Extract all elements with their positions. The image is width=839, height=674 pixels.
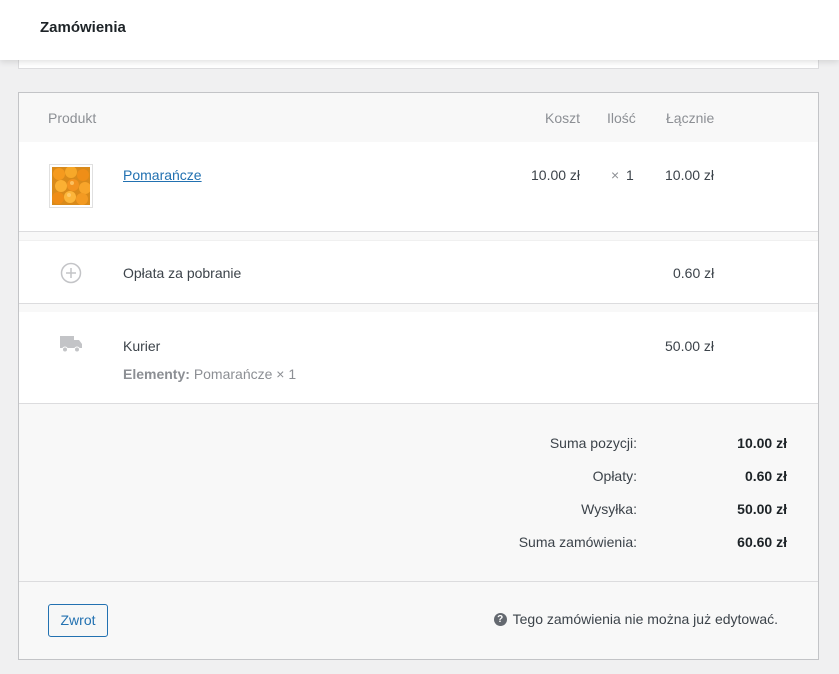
help-icon[interactable]: ? xyxy=(493,612,507,626)
shipping-items-meta: Elementy: Pomarańcze × 1 xyxy=(123,366,296,382)
notice-text: Tego zamówienia nie można już edytować. xyxy=(512,611,778,627)
truck-icon xyxy=(60,336,82,353)
totals-value-fees: 0.60 zł xyxy=(744,468,787,484)
fee-total: 0.60 zł xyxy=(673,265,715,281)
not-editable-notice: ? Tego zamówienia nie można już edytować… xyxy=(493,611,778,627)
order-totals: Suma pozycji: 10.00 zł Opłaty: 0.60 zł W… xyxy=(19,405,818,581)
fee-name: Opłata za pobranie xyxy=(123,265,242,281)
header-cost: Koszt xyxy=(545,110,581,126)
line-item-row: Pomarańcze 10.00 zł × 1 10.00 zł xyxy=(19,142,818,232)
item-total: 10.00 zł xyxy=(665,167,715,183)
product-thumbnail[interactable] xyxy=(49,164,93,208)
fee-row: Opłata za pobranie 0.60 zł xyxy=(19,240,818,304)
refund-button[interactable]: Zwrot xyxy=(48,604,108,637)
totals-value-order: 60.60 zł xyxy=(737,534,787,550)
plus-circle-icon xyxy=(60,262,82,284)
shipping-items-value: Pomarańcze × 1 xyxy=(193,366,297,382)
totals-label-order: Suma zamówienia: xyxy=(518,534,637,550)
totals-value-shipping: 50.00 zł xyxy=(737,501,787,517)
item-cost: 10.00 zł xyxy=(531,167,581,183)
top-header: Zamówienia xyxy=(0,0,839,60)
header-product: Produkt xyxy=(48,110,97,126)
item-quantity: 1 xyxy=(626,167,634,183)
product-link[interactable]: Pomarańcze xyxy=(123,167,202,183)
shipping-method-name: Kurier xyxy=(123,338,161,354)
order-items-panel: Produkt Koszt Ilość Łącznie Pomarańcze 1… xyxy=(18,92,819,660)
shipping-total: 50.00 zł xyxy=(665,338,715,354)
shipping-items-label: Elementy: xyxy=(123,366,190,382)
oranges-image xyxy=(52,167,90,205)
header-total: Łącznie xyxy=(666,110,715,126)
totals-label-items: Suma pozycji: xyxy=(549,435,637,451)
totals-value-items: 10.00 zł xyxy=(737,435,787,451)
totals-label-shipping: Wysyłka: xyxy=(581,501,637,517)
page-title: Zamówienia xyxy=(40,19,126,36)
order-actions: Zwrot ? Tego zamówienia nie można już ed… xyxy=(19,581,818,659)
table-header: Produkt Koszt Ilość Łącznie xyxy=(19,93,818,142)
shipping-row: Kurier 50.00 zł Elementy: Pomarańcze × 1 xyxy=(19,312,818,404)
header-quantity: Ilość xyxy=(607,110,636,126)
quantity-times-symbol: × xyxy=(611,167,620,183)
totals-label-fees: Opłaty: xyxy=(592,468,637,484)
